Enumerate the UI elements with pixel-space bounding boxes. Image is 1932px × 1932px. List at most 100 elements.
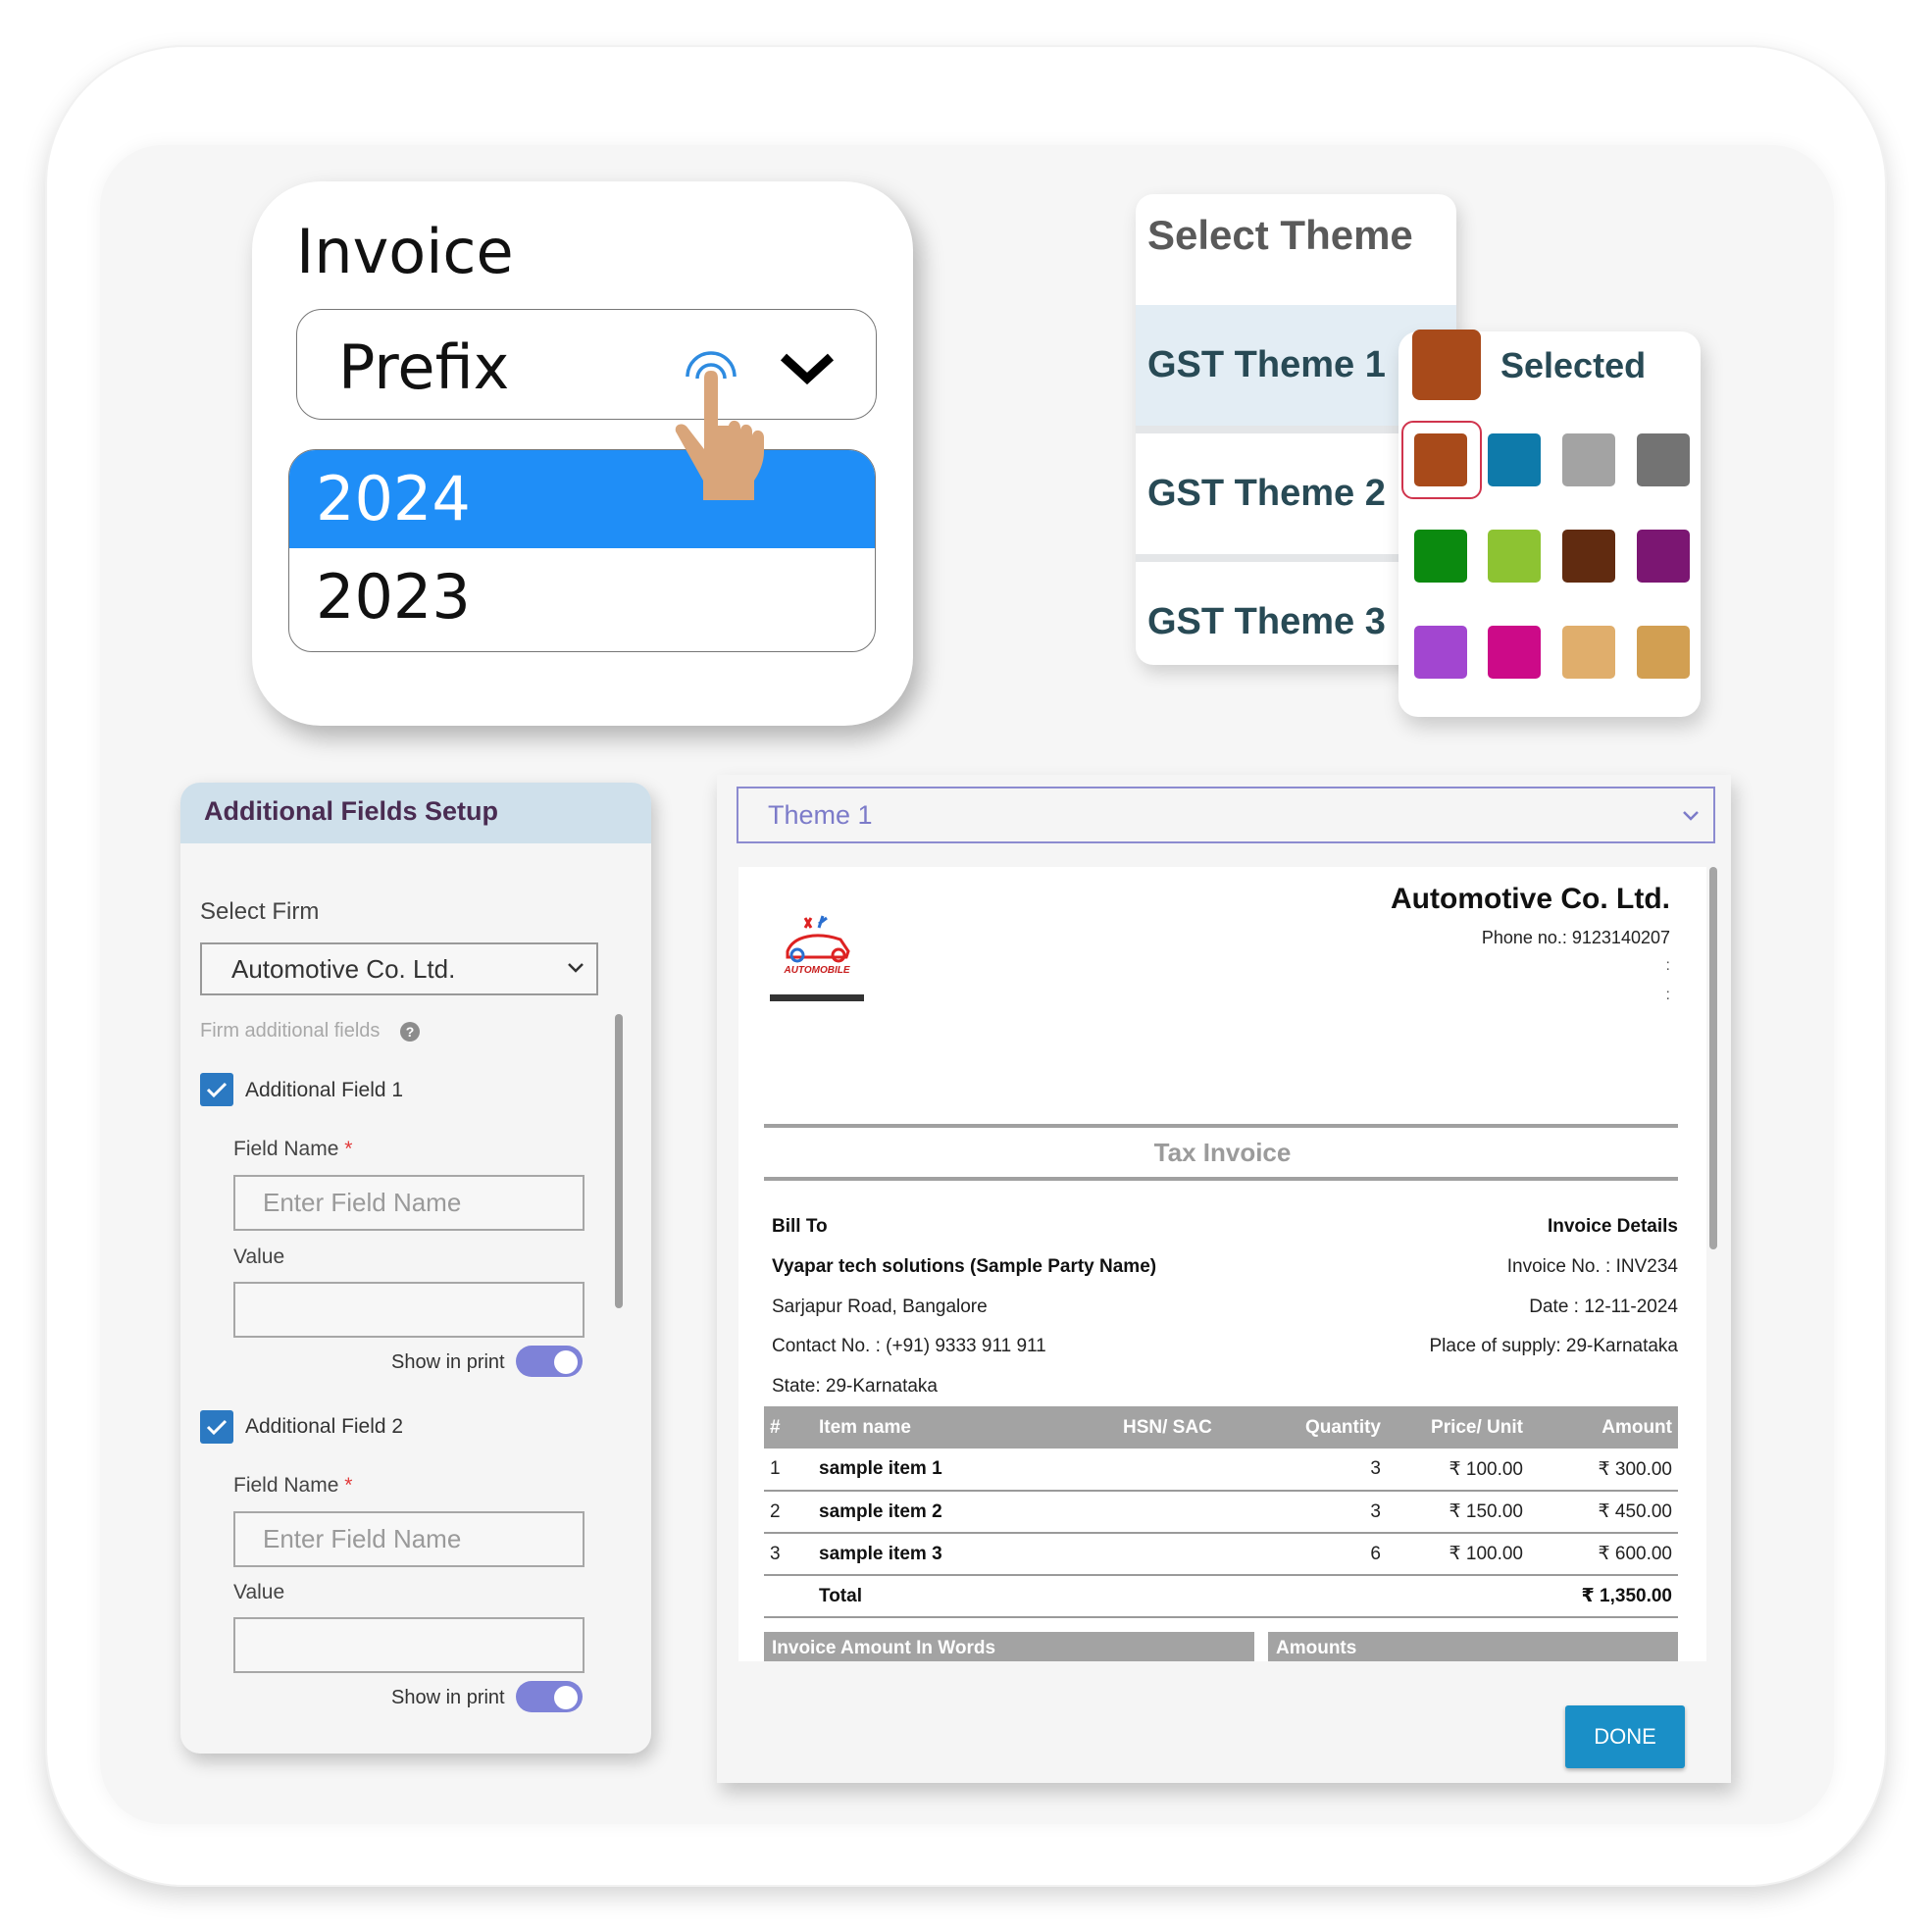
table-row: 3 sample item 3 6 ₹ 100.00 ₹ 600.00 [764, 1533, 1678, 1576]
additional-fields-header: Additional Fields Setup [180, 783, 651, 843]
price-per-unit-cell: ₹ 100.00 [1387, 1449, 1529, 1492]
theme-dropdown[interactable]: Theme 1 [737, 787, 1715, 843]
help-icon[interactable]: ? [400, 1022, 420, 1042]
chevron-down-icon [568, 963, 584, 973]
additional-field-2-label: Additional Field 2 [245, 1415, 404, 1438]
col-header-index: # [764, 1406, 813, 1449]
color-swatch-1[interactable] [1414, 433, 1467, 486]
amount-cell: ₹ 450.00 [1529, 1491, 1678, 1534]
additional-field-1-label: Additional Field 1 [245, 1079, 404, 1101]
color-swatch-3[interactable] [1562, 433, 1615, 486]
party-name: Vyapar tech solutions (Sample Party Name… [772, 1256, 1157, 1277]
amount-cell: ₹ 600.00 [1529, 1533, 1678, 1576]
show-in-print-toggle-1[interactable] [516, 1346, 583, 1377]
party-contact: Contact No. : (+91) 9333 911 911 [772, 1336, 1046, 1356]
party-state: State: 29-Karnataka [772, 1376, 938, 1397]
value-input-2[interactable] [233, 1617, 585, 1673]
select-firm-value: Automotive Co. Ltd. [231, 954, 456, 984]
amounts-header: Amounts [1268, 1632, 1678, 1661]
field-name-label-text: Field Name [233, 1138, 339, 1160]
scrollbar[interactable] [615, 1014, 623, 1308]
color-swatch-4[interactable] [1637, 433, 1690, 486]
show-in-print-toggle-2[interactable] [516, 1681, 583, 1712]
company-logo: AUTOMOBILE [770, 915, 864, 1001]
prefix-option-2023[interactable]: 2023 [289, 548, 875, 646]
toggle-knob [554, 1350, 578, 1374]
color-swatch-7[interactable] [1562, 530, 1615, 583]
hsn-sac-cell [1117, 1533, 1225, 1576]
color-swatch-2[interactable] [1488, 433, 1541, 486]
total-value: ₹ 1,350.00 [1529, 1575, 1678, 1618]
price-per-unit-cell: ₹ 150.00 [1387, 1491, 1529, 1534]
checkmark-icon [206, 1082, 228, 1098]
col-header-amount: Amount [1529, 1406, 1678, 1449]
place-of-supply: Place of supply: 29-Karnataka [1429, 1336, 1679, 1356]
tax-invoice-title: Tax Invoice [1153, 1138, 1292, 1167]
hsn-sac-cell [1117, 1491, 1225, 1534]
show-in-print-label: Show in print [391, 1687, 505, 1708]
hand-pointer-icon [675, 351, 764, 500]
color-swatch-5[interactable] [1414, 530, 1467, 583]
required-marker: * [344, 1474, 353, 1497]
empty-cell [1387, 1575, 1529, 1618]
color-swatch-8[interactable] [1637, 530, 1690, 583]
total-label: Total [813, 1575, 1117, 1618]
show-in-print-label: Show in print [391, 1351, 505, 1373]
empty-cell [1225, 1575, 1387, 1618]
item-name-cell: sample item 2 [813, 1491, 1117, 1534]
items-table: # Item name HSN/ SAC Quantity Price/ Uni… [764, 1406, 1678, 1618]
amount-cell: ₹ 300.00 [1529, 1449, 1678, 1492]
color-picker-panel: Selected [1398, 330, 1701, 717]
field-name-label-text: Field Name [233, 1474, 339, 1497]
field-name-input-2[interactable] [233, 1511, 585, 1567]
total-row: Total ₹ 1,350.00 [764, 1575, 1678, 1618]
email-placeholder: : [1665, 987, 1670, 1003]
color-swatch-6[interactable] [1488, 530, 1541, 583]
additional-field-1-checkbox[interactable] [200, 1073, 233, 1106]
company-name: Automotive Co. Ltd. [1391, 883, 1670, 915]
invoice-prefix-card: Invoice Prefix 2024 2023 [252, 181, 913, 726]
checkmark-icon [206, 1419, 228, 1436]
color-swatch-12[interactable] [1637, 626, 1690, 679]
done-button[interactable]: DONE [1565, 1705, 1685, 1768]
col-header-item-name: Item name [813, 1406, 1117, 1449]
field-name-input-1[interactable] [233, 1175, 585, 1231]
color-swatch-10[interactable] [1488, 626, 1541, 679]
field-name-label: Field Name * [233, 1138, 352, 1161]
table-row: 2 sample item 2 3 ₹ 150.00 ₹ 450.00 [764, 1491, 1678, 1534]
empty-cell [1117, 1575, 1225, 1618]
additional-fields-title: Additional Fields Setup [204, 796, 499, 826]
quantity-cell: 3 [1225, 1449, 1387, 1492]
invoice-details-heading: Invoice Details [1547, 1216, 1678, 1237]
value-label: Value [233, 1581, 285, 1603]
additional-fields-setup-card: Additional Fields Setup Select Firm Auto… [180, 783, 651, 1754]
toggle-knob [554, 1686, 578, 1709]
logo-text: AUTOMOBILE [783, 965, 849, 976]
quantity-cell: 6 [1225, 1533, 1387, 1576]
select-theme-title: Select Theme [1147, 212, 1413, 258]
value-label: Value [233, 1246, 285, 1268]
select-firm-dropdown[interactable]: Automotive Co. Ltd. [200, 942, 598, 995]
color-swatch-11[interactable] [1562, 626, 1615, 679]
invoice-title: Invoice [296, 216, 514, 287]
invoice-number: Invoice No. : INV234 [1506, 1256, 1678, 1277]
field-name-label: Field Name * [233, 1474, 352, 1498]
scrollbar[interactable] [1709, 867, 1717, 1249]
required-marker: * [344, 1138, 353, 1160]
prefix-dropdown-label: Prefix [338, 331, 510, 403]
quantity-cell: 3 [1225, 1491, 1387, 1534]
bill-to-heading: Bill To [772, 1216, 828, 1237]
amount-in-words-header: Invoice Amount In Words [764, 1632, 1254, 1661]
color-swatch-9[interactable] [1414, 626, 1467, 679]
value-input-1[interactable] [233, 1282, 585, 1338]
table-header-row: # Item name HSN/ SAC Quantity Price/ Uni… [764, 1406, 1678, 1449]
additional-field-2-checkbox[interactable] [200, 1410, 233, 1444]
firm-additional-fields-hint: Firm additional fields [200, 1020, 381, 1042]
invoice-preview-card: Theme 1 AUTOMOBILE Automotive Co. Ltd. P… [717, 775, 1731, 1783]
item-name-cell: sample item 3 [813, 1533, 1117, 1576]
row-index-cell: 1 [764, 1449, 813, 1492]
chevron-down-icon [1683, 811, 1699, 821]
party-address: Sarjapur Road, Bangalore [772, 1296, 988, 1317]
col-header-hsn: HSN/ SAC [1117, 1406, 1225, 1449]
item-name-cell: sample item 1 [813, 1449, 1117, 1492]
